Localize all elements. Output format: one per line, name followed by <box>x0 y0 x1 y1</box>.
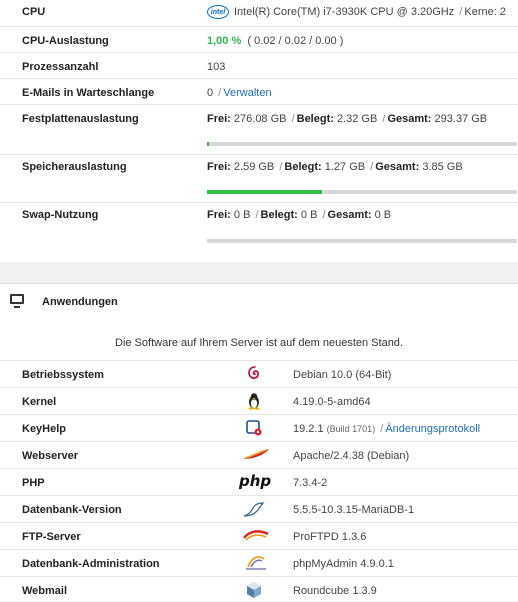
app-row-php: PHP php 7.3.4-2 <box>0 468 518 496</box>
cpu-load-row: CPU-Auslastung 1,00 % ( 0.02 / 0.02 / 0.… <box>0 26 518 53</box>
applications-panel: Anwendungen Die Software auf Ihrem Serve… <box>0 283 518 601</box>
phpmyadmin-icon <box>242 553 266 571</box>
manage-mail-queue-link[interactable]: Verwalten <box>223 87 271 99</box>
applications-header: Anwendungen <box>0 284 518 320</box>
cpu-load-percent: 1,00 % <box>207 35 242 47</box>
roundcube-icon <box>242 581 266 599</box>
cpu-load-averages: ( 0.02 / 0.02 / 0.00 ) <box>247 35 344 47</box>
cpu-label: CPU <box>22 6 46 18</box>
swap-usage-label: Swap-Nutzung <box>22 209 99 221</box>
cpu-load-label: CPU-Auslastung <box>22 35 109 47</box>
app-row-kernel: Kernel 4.19.0-5-amd64 <box>0 387 518 415</box>
app-row-db-admin: Datenbank-Administration phpMyAdmin 4.9.… <box>0 549 518 577</box>
disk-usage-value: Frei: 276.08 GB / Belegt: 2.32 GB / Gesamt… <box>207 113 488 125</box>
processes-label: Prozessanzahl <box>22 61 99 73</box>
cpu-load-value: 1,00 % ( 0.02 / 0.02 / 0.00 ) <box>207 35 343 47</box>
cpu-row: CPU intel Intel(R) Core(TM) i7-3930K CPU … <box>0 0 518 26</box>
app-row-database: Datenbank-Version 5.5.5-10.3.15-MariaDB-… <box>0 495 518 523</box>
disk-usage-label: Festplattenauslastung <box>22 113 139 125</box>
applications-title: Anwendungen <box>42 296 118 308</box>
monitor-icon <box>10 294 24 308</box>
mail-queue-label: E-Mails in Warteschlange <box>22 87 155 99</box>
tux-icon <box>242 392 266 410</box>
disk-usage-row: Festplattenauslastung Frei: 276.08 GB / B… <box>0 104 518 155</box>
memory-usage-bar <box>207 190 517 194</box>
intel-logo-icon: intel <box>207 5 229 19</box>
disk-usage-bar-fill <box>207 142 210 146</box>
memory-usage-bar-fill <box>207 190 322 194</box>
app-row-os: Betriebssystem Debian 10.0 (64-Bit) <box>0 360 518 388</box>
memory-usage-row: Speicherauslastung Frei: 2.59 GB / Belegt… <box>0 154 518 203</box>
debian-icon <box>242 365 266 383</box>
changelog-link[interactable]: Änderungsprotokoll <box>385 423 480 435</box>
memory-usage-label: Speicherauslastung <box>22 161 127 173</box>
app-row-webmail: Webmail Roundcube 1.3.9 <box>0 576 518 602</box>
app-row-webserver: Webserver Apache/2.4.38 (Debian) <box>0 441 518 469</box>
processes-value: 103 <box>207 61 226 73</box>
php-logo-icon: php <box>239 472 272 490</box>
mail-queue-value: 0 /Verwalten <box>207 87 272 99</box>
app-row-keyhelp: KeyHelp 19.2.1 (Build 1701) / Änderungspr… <box>0 414 518 442</box>
system-info-panel: CPU intel Intel(R) Core(TM) i7-3930K CPU … <box>0 0 518 262</box>
swap-usage-bar <box>207 239 517 243</box>
apache-feather-icon <box>242 447 269 465</box>
proftpd-icon <box>242 528 269 546</box>
processes-row: Prozessanzahl 103 <box>0 52 518 79</box>
swap-usage-row: Swap-Nutzung Frei: 0 B / Belegt: 0 B / Ges… <box>0 202 518 263</box>
mariadb-seal-icon <box>242 500 266 518</box>
app-row-ftp: FTP-Server ProFTPD 1.3.6 <box>0 522 518 550</box>
disk-usage-bar <box>207 142 517 146</box>
memory-usage-value: Frei: 2.59 GB / Belegt: 1.27 GB / Gesamt: … <box>207 161 463 173</box>
mail-queue-row: E-Mails in Warteschlange 0 /Verwalten <box>0 78 518 105</box>
keyhelp-icon <box>242 419 266 437</box>
swap-usage-value: Frei: 0 B / Belegt: 0 B / Gesamt: 0 B <box>207 209 392 221</box>
update-status-message: Die Software auf Ihrem Server ist auf de… <box>115 337 403 349</box>
cpu-value: intel Intel(R) Core(TM) i7-3930K CPU @ 3.… <box>207 5 506 19</box>
